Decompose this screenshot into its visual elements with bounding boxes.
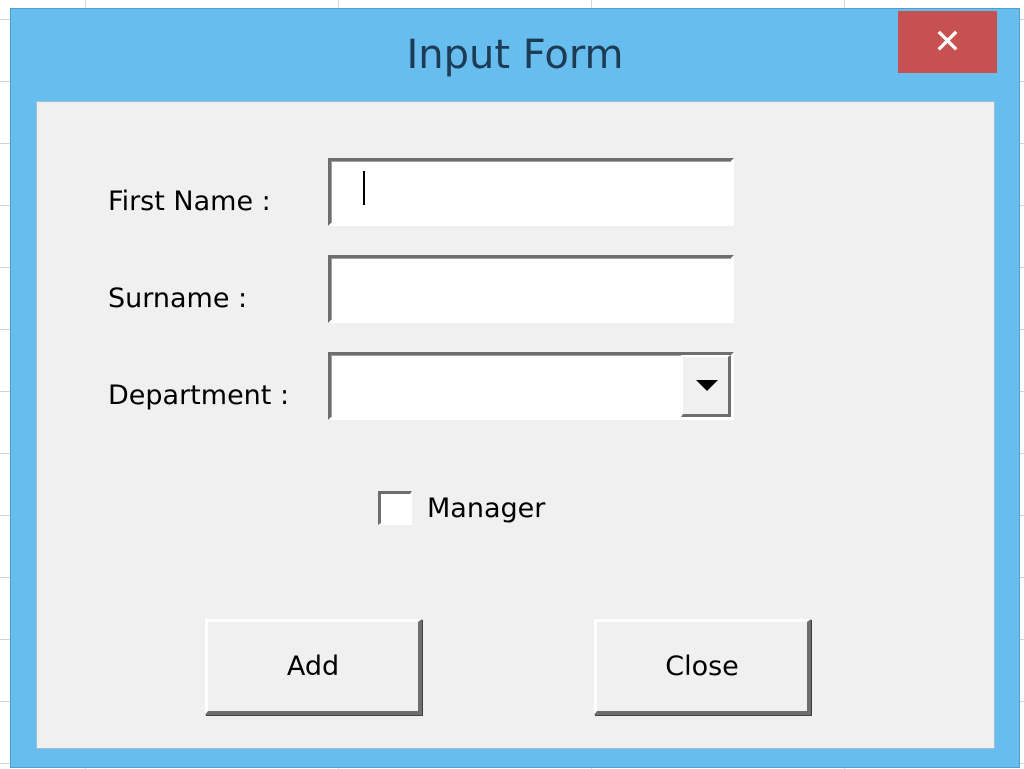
- dialog-title: Input Form: [406, 32, 624, 78]
- department-label: Department :: [108, 380, 290, 411]
- close-icon[interactable]: ✕: [933, 22, 962, 62]
- close-window-button[interactable]: ✕: [898, 11, 997, 73]
- first-name-label: First Name :: [108, 186, 271, 217]
- surname-label: Surname :: [108, 283, 248, 314]
- add-button[interactable]: Add: [205, 619, 422, 715]
- surname-input[interactable]: [328, 255, 734, 323]
- department-select[interactable]: [328, 352, 734, 420]
- form-body: First Name : Surname : Department : Mana…: [36, 101, 995, 749]
- manager-label[interactable]: Manager: [427, 493, 545, 524]
- input-form-dialog: Input Form ✕ First Name : Surname : Depa…: [10, 8, 1020, 768]
- close-button[interactable]: Close: [594, 619, 811, 715]
- text-caret: [363, 171, 365, 205]
- manager-checkbox[interactable]: [378, 491, 412, 525]
- chevron-down-icon: [696, 380, 718, 391]
- first-name-input[interactable]: [328, 158, 734, 226]
- department-dropdown-button[interactable]: [681, 355, 731, 417]
